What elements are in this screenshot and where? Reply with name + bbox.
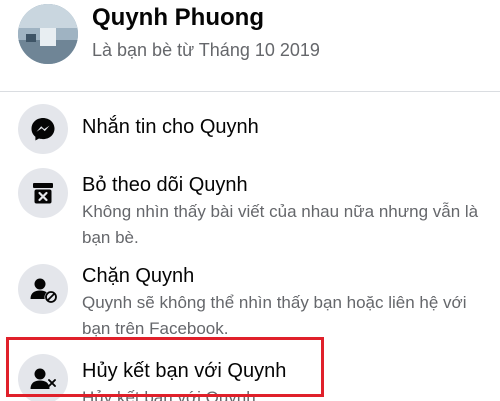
menu-item-title: Chặn Quynh bbox=[82, 265, 195, 287]
menu-item-description: Không nhìn thấy bài viết của nhau nữa nh… bbox=[82, 202, 479, 247]
profile-name[interactable]: Quynh Phuong bbox=[92, 4, 264, 32]
unfollow-box-icon bbox=[18, 168, 68, 218]
avatar[interactable] bbox=[18, 4, 78, 64]
menu-item-unfollow[interactable]: Bỏ theo dõi Quynh Không nhìn thấy bài vi… bbox=[0, 166, 500, 250]
divider bbox=[0, 91, 500, 92]
highlight-box bbox=[6, 337, 324, 397]
friendship-since: Là bạn bè từ Tháng 10 2019 bbox=[92, 40, 320, 60]
menu-item-title: Bỏ theo dõi Quynh bbox=[82, 174, 248, 196]
menu-item-message[interactable]: Nhắn tin cho Quynh bbox=[0, 104, 500, 154]
profile-header: Quynh Phuong Là bạn bè từ Tháng 10 2019 bbox=[0, 0, 500, 91]
messenger-icon bbox=[18, 104, 68, 154]
block-user-icon bbox=[18, 264, 68, 314]
menu-item-title: Nhắn tin cho Quynh bbox=[82, 116, 259, 138]
profile-photo bbox=[18, 4, 78, 64]
menu-item-block[interactable]: Chặn Quynh Quynh sẽ không thể nhìn thấy … bbox=[0, 262, 500, 338]
menu-item-description: Quynh sẽ không thể nhìn thấy bạn hoặc li… bbox=[82, 293, 467, 338]
